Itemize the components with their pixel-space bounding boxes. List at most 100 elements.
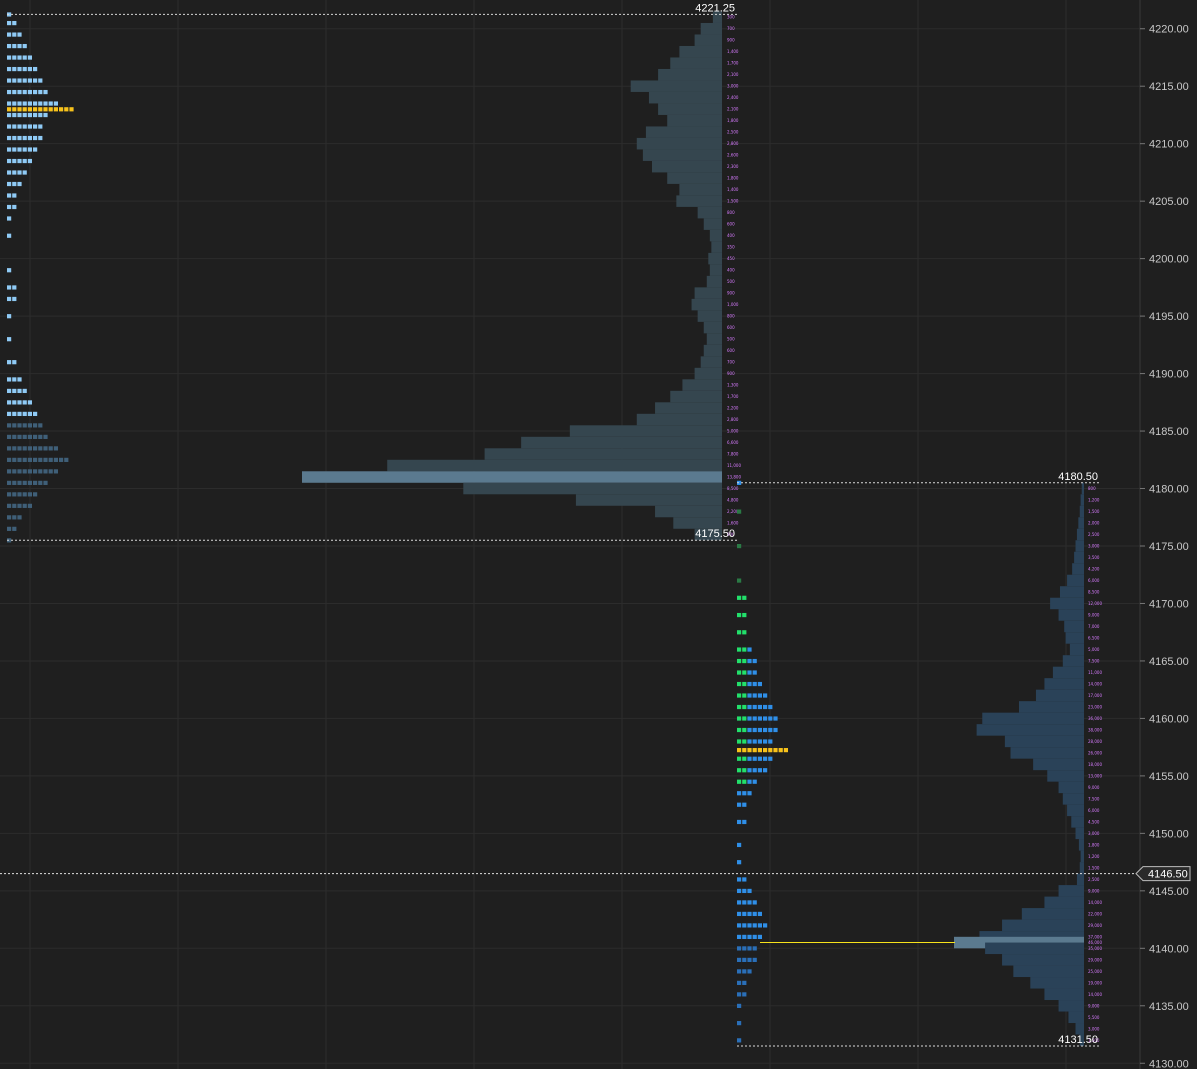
tpo-square	[747, 791, 752, 796]
volume-bar	[703, 321, 722, 334]
volume-label: 9,000	[1088, 1003, 1100, 1008]
volume-label: 2,600	[727, 153, 739, 158]
tpo-square	[38, 135, 43, 141]
volume-label: 46,000	[1088, 940, 1102, 945]
tpo-square	[17, 446, 22, 451]
volume-bar	[1050, 597, 1084, 610]
y-axis-tick-label: 4180.00	[1149, 484, 1189, 496]
tpo-square	[783, 748, 788, 753]
tpo-square	[12, 360, 17, 365]
tpo-square	[7, 112, 12, 118]
tpo-square	[12, 101, 17, 106]
tpo-square	[22, 43, 27, 49]
tpo-square	[737, 980, 742, 985]
volume-bar	[1058, 1000, 1084, 1012]
volume-label: 18,000	[1088, 762, 1102, 767]
tpo-square	[43, 434, 48, 439]
volume-label: 8,500	[1088, 589, 1100, 594]
tpo-square	[7, 457, 12, 462]
volume-bar	[655, 402, 722, 414]
volume-label: 600	[727, 325, 735, 330]
volume-label: 14,000	[1088, 900, 1102, 905]
volume-label: 37,000	[1088, 934, 1102, 939]
volume-label: 14,000	[1088, 992, 1102, 997]
tpo-square	[38, 469, 43, 474]
volume-bar	[1079, 505, 1084, 518]
volume-bar	[1058, 609, 1084, 621]
tpo-square	[747, 934, 752, 940]
tpo-square	[7, 89, 12, 95]
volume-label: 900	[727, 38, 735, 43]
tpo-square	[12, 515, 17, 520]
tpo-square	[12, 377, 17, 382]
volume-bar	[1075, 827, 1084, 840]
volume-bar	[1081, 482, 1084, 495]
tpo-square	[17, 434, 22, 439]
volume-bar	[1059, 586, 1084, 598]
tpo-square	[737, 543, 742, 549]
volume-label: 300	[727, 15, 735, 20]
volume-bar	[1019, 701, 1084, 713]
y-axis-tick-label: 4190.00	[1149, 369, 1189, 381]
tpo-square	[747, 969, 752, 974]
tpo-square	[737, 658, 742, 664]
volume-label: 1,400	[727, 187, 739, 192]
tpo-square	[757, 756, 762, 761]
tpo-square	[59, 107, 64, 112]
volume-bar	[670, 390, 722, 403]
tpo-square	[757, 934, 762, 940]
tpo-square	[7, 158, 12, 164]
tpo-square	[747, 957, 752, 963]
tpo-square	[17, 43, 22, 49]
volume-label: 12,000	[1088, 601, 1102, 606]
tpo-square	[22, 411, 27, 417]
tpo-square	[747, 647, 752, 652]
tpo-square	[737, 578, 742, 583]
volume-label: 1,500	[1088, 509, 1100, 514]
volume-label: 2,800	[727, 141, 739, 146]
y-axis-tick-label: 4135.00	[1149, 1001, 1189, 1013]
volume-label: 1,700	[727, 394, 739, 399]
volume-label: 600	[727, 222, 735, 227]
tpo-square	[17, 66, 22, 72]
tpo-square	[12, 32, 17, 37]
volume-label: 1,300	[727, 383, 739, 388]
tpo-square	[17, 124, 22, 129]
tpo-square	[7, 20, 12, 26]
tpo-square	[757, 748, 762, 753]
tpo-square	[737, 693, 742, 698]
volume-label: 1,700	[727, 61, 739, 66]
volume-label: 13,000	[1088, 773, 1102, 778]
tpo-square	[752, 911, 757, 917]
tpo-square	[33, 457, 38, 462]
tpo-square	[7, 78, 12, 83]
tpo-square	[7, 135, 12, 141]
tpo-square	[768, 756, 773, 761]
tpo-square	[33, 66, 38, 72]
tpo-square	[43, 101, 48, 106]
tpo-square	[38, 446, 43, 451]
volume-bar	[694, 287, 722, 299]
tpo-square	[7, 337, 12, 342]
session-low-label: 4131.50	[1058, 1034, 1098, 1046]
volume-label: 1,800	[727, 176, 739, 181]
tpo-square	[737, 791, 742, 796]
volume-bar	[679, 183, 722, 196]
volume-label: 2,500	[1088, 877, 1100, 882]
tpo-square	[17, 101, 22, 106]
tpo-square	[7, 66, 12, 72]
tpo-square	[17, 377, 22, 382]
tpo-square	[763, 727, 768, 733]
tpo-square	[22, 457, 27, 462]
tpo-square	[763, 923, 768, 928]
market-profile-chart[interactable]: 300 700 900 1,400 1,700 2,100 3,000 2,400 2,100 1…	[0, 0, 1197, 1069]
y-axis-tick-label: 4220.00	[1149, 24, 1189, 36]
volume-bar	[1078, 839, 1084, 851]
volume-label: 900	[727, 371, 735, 376]
volume-label: 38,000	[1088, 727, 1102, 732]
tpo-square	[33, 135, 38, 141]
volume-label: 1,800	[1088, 842, 1100, 847]
tpo-square	[22, 101, 27, 106]
volume-bar	[694, 367, 722, 380]
tpo-square	[747, 716, 752, 721]
